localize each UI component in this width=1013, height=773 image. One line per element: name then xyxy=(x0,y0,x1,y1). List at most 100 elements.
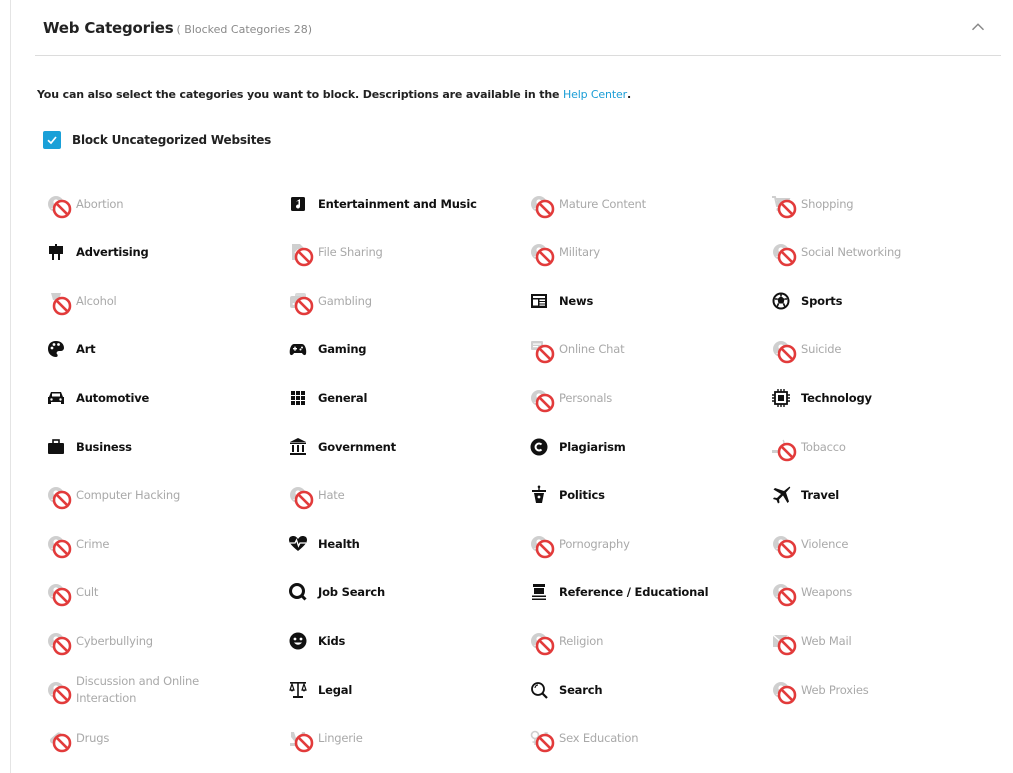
discussion-icon xyxy=(45,679,72,705)
category-sports[interactable]: Sports xyxy=(770,286,842,316)
category-legal[interactable]: Legal xyxy=(287,675,352,705)
category-social-networking[interactable]: Social Networking xyxy=(770,237,901,267)
category-label: Weapons xyxy=(801,584,853,599)
category-shopping[interactable]: Shopping xyxy=(770,189,854,219)
category-plagiarism[interactable]: Plagiarism xyxy=(528,432,626,462)
category-gambling[interactable]: Gambling xyxy=(287,286,372,316)
category-label: Health xyxy=(318,536,360,551)
category-label: Lingerie xyxy=(318,730,363,745)
category-web-proxies[interactable]: Web Proxies xyxy=(770,675,869,705)
category-discussion-and-online-interaction[interactable]: Discussion and Online Interaction xyxy=(45,674,216,705)
checkmark-icon xyxy=(47,136,57,145)
category-label: Shopping xyxy=(801,196,854,211)
pill-icon xyxy=(45,727,72,753)
category-label: General xyxy=(318,390,368,405)
category-file-sharing[interactable]: File Sharing xyxy=(287,237,383,267)
category-label: Violence xyxy=(801,536,849,551)
category-web-mail[interactable]: Web Mail xyxy=(770,626,852,656)
lingerie-icon xyxy=(287,727,314,753)
category-news[interactable]: News xyxy=(528,286,593,316)
pornography-icon xyxy=(528,533,555,559)
category-technology[interactable]: Technology xyxy=(770,383,872,413)
category-reference-educational[interactable]: Reference / Educational xyxy=(528,577,709,607)
category-abortion[interactable]: Abortion xyxy=(45,189,124,219)
category-label: Government xyxy=(318,439,396,454)
category-travel[interactable]: Travel xyxy=(770,480,839,510)
category-mature-content[interactable]: Mature Content xyxy=(528,189,646,219)
mail-icon xyxy=(770,630,797,656)
category-crime[interactable]: Crime xyxy=(45,529,109,559)
category-government[interactable]: Government xyxy=(287,432,396,462)
category-label: Crime xyxy=(76,536,110,551)
category-advertising[interactable]: Advertising xyxy=(45,237,149,267)
panel-header[interactable]: Web Categories( Blocked Categories 28) xyxy=(43,18,1003,48)
category-label: File Sharing xyxy=(318,244,383,259)
category-pornography[interactable]: Pornography xyxy=(528,529,630,559)
job-search-icon xyxy=(287,581,309,603)
category-label: Sports xyxy=(801,293,843,308)
proxy-icon xyxy=(770,679,797,705)
category-art[interactable]: Art xyxy=(45,334,96,364)
copyright-icon xyxy=(528,436,550,458)
help-center-link[interactable]: Help Center xyxy=(563,88,627,101)
category-lingerie[interactable]: Lingerie xyxy=(287,723,363,753)
mature-icon xyxy=(528,193,555,219)
category-health[interactable]: Health xyxy=(287,529,360,559)
category-religion[interactable]: Religion xyxy=(528,626,603,656)
category-suicide[interactable]: Suicide xyxy=(770,334,841,364)
chevron-up-icon[interactable] xyxy=(967,16,989,38)
chip-icon xyxy=(770,387,792,409)
category-label: Cyberbullying xyxy=(76,633,153,648)
category-sex-education[interactable]: Sex Education xyxy=(528,723,638,753)
category-violence[interactable]: Violence xyxy=(770,529,848,559)
category-business[interactable]: Business xyxy=(45,432,132,462)
block-uncategorized-checkbox[interactable] xyxy=(43,131,61,149)
category-automotive[interactable]: Automotive xyxy=(45,383,149,413)
podium-icon xyxy=(528,484,550,506)
category-online-chat[interactable]: Online Chat xyxy=(528,334,625,364)
category-military[interactable]: Military xyxy=(528,237,600,267)
category-label: Mature Content xyxy=(559,196,646,211)
category-weapons[interactable]: Weapons xyxy=(770,577,852,607)
category-search[interactable]: Search xyxy=(528,675,603,705)
chat-icon xyxy=(528,338,555,364)
category-label: Technology xyxy=(801,390,872,405)
category-label: Job Search xyxy=(318,584,385,599)
violence-icon xyxy=(770,533,797,559)
suicide-icon xyxy=(770,338,797,364)
category-gaming[interactable]: Gaming xyxy=(287,334,367,364)
category-label: Cult xyxy=(76,584,99,599)
category-label: Travel xyxy=(801,487,840,502)
social-icon xyxy=(770,241,797,267)
category-label: Drugs xyxy=(76,730,110,745)
weapons-icon xyxy=(770,581,797,607)
category-personals[interactable]: Personals xyxy=(528,383,612,413)
block-uncategorized-row[interactable]: Block Uncategorized Websites xyxy=(43,131,271,149)
category-label: Automotive xyxy=(76,390,150,405)
category-label: Reference / Educational xyxy=(559,584,709,599)
category-label: Online Chat xyxy=(559,341,625,356)
personals-icon xyxy=(528,387,555,413)
palette-icon xyxy=(45,338,67,360)
category-hate[interactable]: Hate xyxy=(287,480,345,510)
category-label: Search xyxy=(559,682,603,697)
gender-icon xyxy=(528,727,555,753)
category-kids[interactable]: Kids xyxy=(287,626,345,656)
category-tobacco[interactable]: Tobacco xyxy=(770,432,846,462)
category-computer-hacking[interactable]: Computer Hacking xyxy=(45,480,180,510)
blocked-count: ( Blocked Categories 28) xyxy=(176,23,312,36)
category-drugs[interactable]: Drugs xyxy=(45,723,109,753)
category-general[interactable]: General xyxy=(287,383,367,413)
category-cyberbullying[interactable]: Cyberbullying xyxy=(45,626,153,656)
category-label: Legal xyxy=(318,682,353,697)
category-label: Business xyxy=(76,439,132,454)
category-label: Tobacco xyxy=(801,439,846,454)
category-politics[interactable]: Politics xyxy=(528,480,605,510)
category-entertainment-and-music[interactable]: Entertainment and Music xyxy=(287,189,477,219)
category-label: Discussion and Online Interaction xyxy=(76,674,199,705)
category-job-search[interactable]: Job Search xyxy=(287,577,385,607)
category-label: Plagiarism xyxy=(559,439,626,454)
category-cult[interactable]: Cult xyxy=(45,577,98,607)
panel-title: Web Categories xyxy=(43,19,174,37)
category-alcohol[interactable]: Alcohol xyxy=(45,286,117,316)
